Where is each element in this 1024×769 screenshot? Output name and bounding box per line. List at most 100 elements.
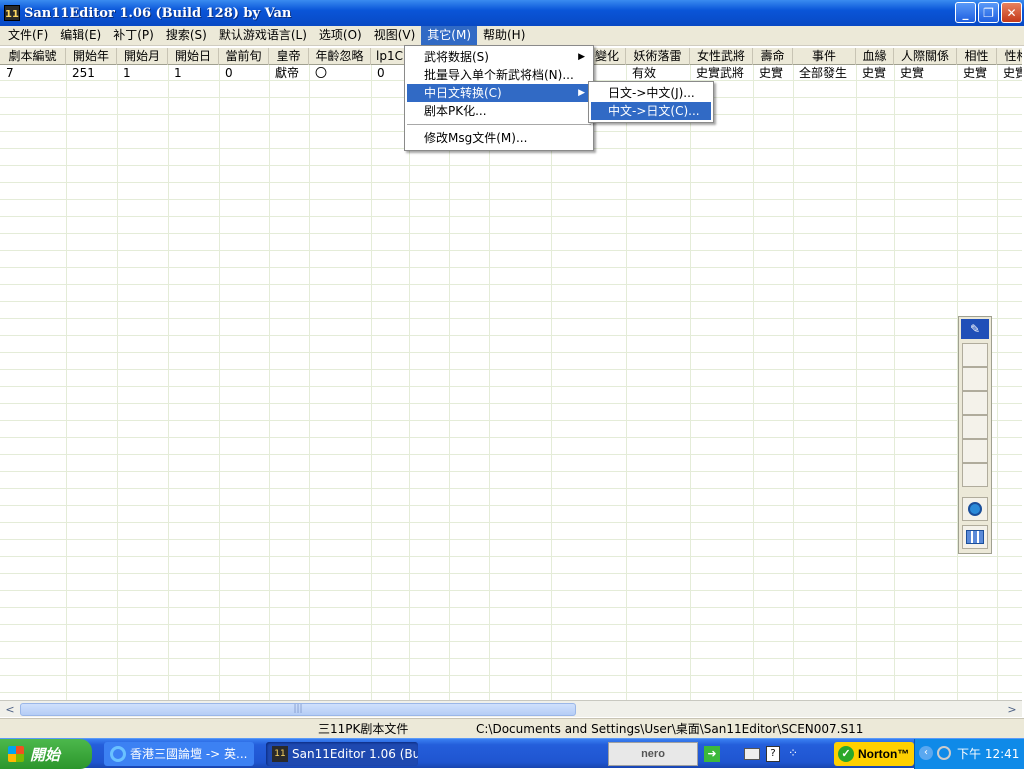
nero-search-bar[interactable]: nero [608, 742, 698, 766]
app-icon: 11 [4, 5, 20, 21]
grid-line [551, 65, 552, 700]
language-bar-icon[interactable]: ⁘ [788, 746, 802, 762]
submenu-arrow-icon: ▶ [578, 52, 585, 62]
minimize-button[interactable]: _ [955, 2, 976, 23]
table-cell[interactable]: 〇 [309, 65, 371, 81]
menu-item-batch-import[interactable]: 批量导入单个新武将档(N)... [407, 66, 591, 84]
volume-icon[interactable] [937, 746, 951, 760]
scroll-right-arrow-icon[interactable]: > [1004, 702, 1020, 717]
grid-line [997, 65, 998, 700]
menu-item-modify-msg[interactable]: 修改Msg文件(M)... [407, 129, 591, 147]
menu-help[interactable]: 帮助(H) [477, 26, 531, 45]
clock[interactable]: 下午 12:41 [957, 739, 1019, 769]
restore-button[interactable]: ❐ [978, 2, 999, 23]
pen-icon[interactable]: ✎ [961, 319, 989, 339]
col-header[interactable]: 年齡忽略 [309, 48, 371, 65]
menu-separator [407, 124, 591, 125]
table-cell[interactable]: 史實 [753, 65, 793, 81]
grid-line [219, 65, 220, 700]
grid-line [371, 65, 372, 700]
col-header[interactable]: 皇帝 [269, 48, 309, 65]
grid-line [269, 65, 270, 700]
col-header[interactable]: 女性武將 [690, 48, 753, 65]
start-label: 開始 [30, 745, 61, 764]
taskbar-item-editor[interactable]: 11 San11Editor 1.06 (Bui... [266, 742, 418, 766]
col-header[interactable]: 當前旬 [219, 48, 269, 65]
taskbar-item-browser[interactable]: 香港三國論壇 -> 英... [104, 742, 254, 766]
tool-button[interactable] [962, 367, 988, 391]
table-cell[interactable]: 7 [0, 65, 66, 81]
tool-button[interactable] [962, 439, 988, 463]
table-cell[interactable]: 史實 [856, 65, 894, 81]
table-cell[interactable]: 史實 [997, 65, 1022, 81]
col-header[interactable]: 開始年 [66, 48, 117, 65]
status-bar: 三11PK剧本文件 C:\Documents and Settings\User… [0, 718, 1024, 738]
table-cell[interactable]: 史實 [957, 65, 997, 81]
menu-file[interactable]: 文件(F) [2, 26, 54, 45]
grid-line [117, 65, 118, 700]
table-cell[interactable]: 251 [66, 65, 117, 81]
col-header[interactable]: 事件 [793, 48, 856, 65]
menu-item-label: 修改Msg文件(M)... [424, 131, 528, 145]
table-cell[interactable]: 1 [117, 65, 168, 81]
go-arrow-icon[interactable]: ➜ [704, 746, 720, 762]
menu-item-label: 武将数据(S) [424, 50, 489, 64]
col-header[interactable]: 妖術落雷 [626, 48, 690, 65]
scroll-thumb[interactable]: ||| [20, 703, 576, 716]
grid-line [753, 65, 754, 700]
col-header[interactable]: 血緣 [856, 48, 894, 65]
system-tray: ‹ 下午 12:41 [914, 739, 1024, 769]
menu-item-cj-convert[interactable]: 中日文转换(C) ▶ [407, 84, 591, 102]
table-cell[interactable]: 史實武將 [690, 65, 753, 81]
col-header[interactable]: 性格 [997, 48, 1022, 65]
table-cell[interactable]: 1 [168, 65, 219, 81]
norton-button[interactable]: ✓ Norton™ [834, 742, 914, 766]
nero-label: nero [641, 748, 665, 760]
tray-expand-icon[interactable]: ‹ [919, 746, 933, 760]
menu-other[interactable]: 其它(M) [421, 26, 477, 45]
tool-button[interactable] [962, 343, 988, 367]
menu-item-cn-to-jp[interactable]: 中文->日文(C)... [591, 102, 711, 120]
grid-line [894, 65, 895, 700]
app-icon: 11 [272, 746, 288, 762]
menu-patch[interactable]: 补丁(P) [107, 26, 160, 45]
menu-view[interactable]: 视图(V) [368, 26, 422, 45]
ie-icon [110, 746, 126, 762]
window-title: San11Editor 1.06 (Build 128) by Van [24, 5, 292, 21]
menu-item-pk-scenario[interactable]: 剧本PK化... [407, 102, 591, 120]
col-header[interactable]: 劇本編號 [0, 48, 66, 65]
col-header[interactable]: 開始月 [117, 48, 168, 65]
map-pin-icon[interactable] [962, 497, 988, 521]
table-cell[interactable]: 史實 [894, 65, 957, 81]
table-cell[interactable]: 0 [219, 65, 269, 81]
menu-item-label: 剧本PK化... [424, 104, 487, 118]
tool-button[interactable] [962, 415, 988, 439]
close-button[interactable]: ✕ [1001, 2, 1022, 23]
menu-item-general-data[interactable]: 武将数据(S) ▶ [407, 48, 591, 66]
table-cell[interactable]: 獻帝 [269, 65, 309, 81]
menu-options[interactable]: 选项(O) [313, 26, 368, 45]
help-icon[interactable]: ? [766, 746, 780, 762]
status-file-path: C:\Documents and Settings\User\桌面\San11E… [476, 722, 864, 736]
keyboard-icon[interactable] [744, 748, 760, 760]
menu-edit[interactable]: 编辑(E) [54, 26, 107, 45]
col-header[interactable]: 開始日 [168, 48, 219, 65]
scroll-left-arrow-icon[interactable]: < [2, 702, 18, 717]
menu-search[interactable]: 搜索(S) [160, 26, 213, 45]
col-header[interactable]: 人際關係 [894, 48, 957, 65]
col-header[interactable]: 相性 [957, 48, 997, 65]
table-cell[interactable]: 有效 [626, 65, 690, 81]
tool-button[interactable] [962, 463, 988, 487]
menu-language[interactable]: 默认游戏语言(L) [213, 26, 313, 45]
menu-item-jp-to-cn[interactable]: 日文->中文(J)... [591, 84, 711, 102]
grid-view-icon[interactable] [962, 525, 988, 549]
start-button[interactable]: 開始 [0, 739, 92, 769]
grid-line [168, 65, 169, 700]
col-header[interactable]: 壽命 [753, 48, 793, 65]
horizontal-scrollbar[interactable]: < ||| > [0, 700, 1022, 717]
tool-button[interactable] [962, 391, 988, 415]
norton-label: Norton™ [858, 747, 910, 761]
task-label: 香港三國論壇 -> 英... [130, 747, 248, 761]
submenu-arrow-icon: ▶ [578, 88, 585, 98]
table-cell[interactable]: 全部發生 [793, 65, 856, 81]
